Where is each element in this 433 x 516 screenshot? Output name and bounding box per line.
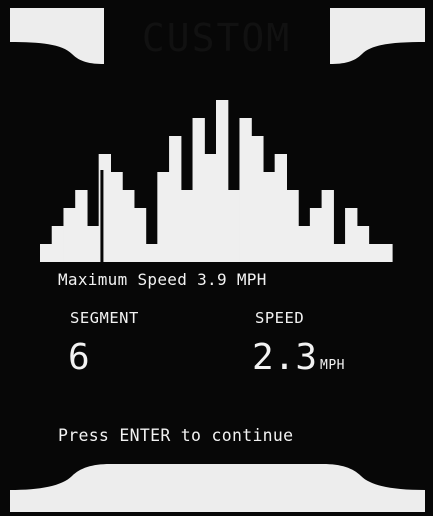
enter-prompt: Press ENTER to continue <box>58 426 294 445</box>
maximum-speed-readout: Maximum Speed 3.9 MPH <box>58 270 267 289</box>
profile-bar <box>75 190 88 262</box>
profile-bar <box>251 136 264 262</box>
speed-value-display: 2.3 MPH <box>252 336 345 388</box>
selected-segment-cursor <box>100 170 104 262</box>
profile-bar <box>86 226 100 262</box>
speed-unit: MPH <box>320 358 346 373</box>
speed-label: SPEED <box>255 309 305 327</box>
profile-bar <box>145 244 158 262</box>
profile-bar <box>122 190 135 262</box>
profile-bar <box>321 190 334 262</box>
speed-value: 2.3 <box>252 337 318 378</box>
profile-bar <box>40 244 53 262</box>
segment-label: SEGMENT <box>70 309 139 327</box>
profile-bar <box>169 136 182 262</box>
profile-bar <box>298 226 311 262</box>
profile-bar <box>157 172 170 262</box>
profile-bar <box>216 100 229 262</box>
profile-bar <box>380 244 393 262</box>
profile-bar <box>286 190 299 262</box>
max-speed-value: 3.9 <box>197 270 227 289</box>
profile-bar <box>180 190 194 262</box>
profile-bar <box>63 208 76 262</box>
profile-bar <box>204 154 217 262</box>
profile-bar <box>239 118 252 262</box>
profile-bar <box>345 208 358 262</box>
profile-bar <box>262 172 276 262</box>
profile-bar <box>51 226 65 262</box>
profile-bar <box>309 208 323 262</box>
profile-bar <box>227 190 241 262</box>
profile-bar <box>110 172 123 262</box>
profile-bar <box>333 244 346 262</box>
profile-bar <box>133 208 147 262</box>
profile-bar <box>368 244 381 262</box>
profile-bar <box>192 118 205 262</box>
segment-value: 6 <box>68 337 90 378</box>
max-speed-prefix: Maximum Speed <box>58 270 188 289</box>
profile-bar <box>274 154 287 262</box>
profile-bar <box>356 226 370 262</box>
max-speed-unit: MPH <box>236 270 267 289</box>
